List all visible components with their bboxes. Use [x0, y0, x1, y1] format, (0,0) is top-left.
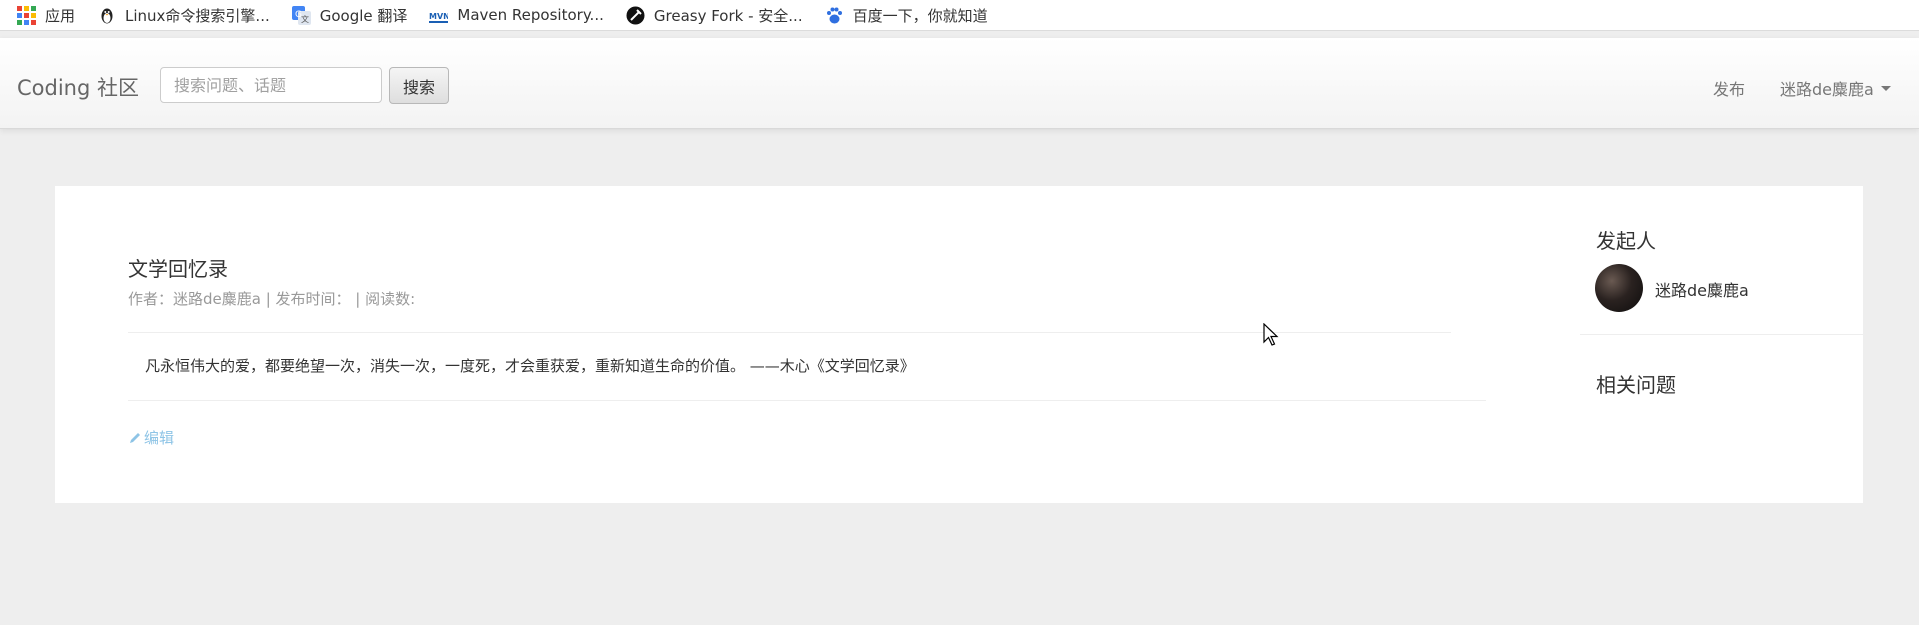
svg-text:文: 文 — [301, 14, 309, 24]
edit-link[interactable]: 编辑 — [128, 427, 174, 448]
related-questions-heading: 相关问题 — [1596, 373, 1676, 397]
question-meta: 作者：迷路de麋鹿a | 发布时间： | 阅读数: — [128, 290, 416, 308]
divider — [128, 400, 1486, 401]
chevron-down-icon — [1880, 85, 1891, 91]
bookmark-label: Google 翻译 — [319, 6, 408, 25]
bookmarks-bar: 应用 Linux命令搜索引擎... G文 Google 翻译 MVN Maven… — [0, 0, 1919, 31]
search-button[interactable]: 搜索 — [389, 67, 449, 104]
bookmark-baidu[interactable]: 百度一下，你就知道 — [825, 5, 988, 26]
divider — [1580, 334, 1863, 335]
svg-text:MVN: MVN — [429, 12, 448, 21]
avatar[interactable] — [1595, 264, 1643, 312]
maven-icon: MVN — [429, 6, 449, 25]
greasyfork-icon — [626, 6, 645, 25]
question-title: 文学回忆录 — [128, 257, 228, 281]
penguin-icon — [97, 6, 116, 25]
baidu-paw-icon — [825, 6, 844, 25]
apps-grid-icon — [17, 5, 36, 25]
edit-label: 编辑 — [144, 429, 175, 447]
bookmark-linux[interactable]: Linux命令搜索引擎... — [97, 5, 270, 26]
initiator-heading: 发起人 — [1596, 229, 1656, 253]
bookmark-maven[interactable]: MVN Maven Repository... — [429, 6, 604, 25]
pencil-icon — [130, 432, 140, 443]
question-panel: 文学回忆录 作者：迷路de麋鹿a | 发布时间： | 阅读数: 凡永恒伟大的爱，… — [55, 186, 1863, 503]
search-input[interactable] — [160, 67, 382, 103]
bookmark-label: 应用 — [45, 6, 76, 25]
bookmark-apps[interactable]: 应用 — [17, 5, 75, 26]
initiator-name[interactable]: 迷路de麋鹿a — [1655, 277, 1749, 301]
user-menu[interactable]: 迷路de麋鹿a — [1780, 76, 1891, 100]
divider — [128, 332, 1451, 333]
bookmark-label: Maven Repository... — [457, 6, 604, 24]
top-navbar: Coding 社区 搜索 发布 迷路de麋鹿a — [0, 38, 1919, 129]
mouse-cursor-icon — [1263, 323, 1279, 346]
google-translate-icon: G文 — [291, 5, 311, 25]
bookmark-label: Greasy Fork - 安全... — [653, 6, 803, 25]
brand-link[interactable]: Coding 社区 — [17, 72, 139, 102]
bookmark-label: 百度一下，你就知道 — [852, 6, 988, 25]
bookmark-google-translate[interactable]: G文 Google 翻译 — [291, 5, 408, 26]
question-body: 凡永恒伟大的爱，都要绝望一次，消失一次，一度死，才会重获爱，重新知道生命的价值。… — [145, 357, 915, 375]
bookmark-label: Linux命令搜索引擎... — [125, 6, 270, 25]
user-name: 迷路de麋鹿a — [1780, 80, 1874, 99]
publish-link[interactable]: 发布 — [1713, 76, 1745, 100]
bookmark-greasyfork[interactable]: Greasy Fork - 安全... — [626, 5, 803, 26]
